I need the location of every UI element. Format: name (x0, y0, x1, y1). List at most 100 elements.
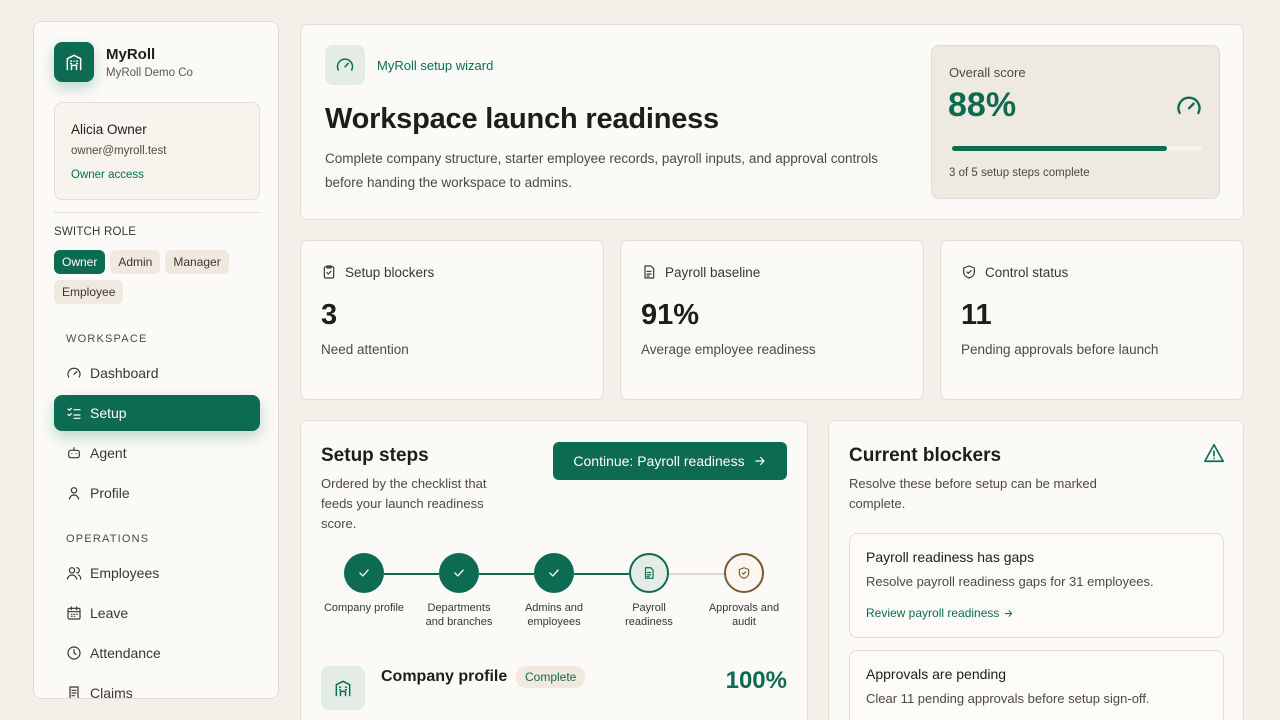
gauge-icon (1177, 96, 1201, 115)
stat-value: 3 (321, 299, 338, 331)
sidebar: MyRoll MyRoll Demo Co Alicia Owner owner… (33, 21, 279, 699)
sidebar-item-dashboard[interactable]: Dashboard (54, 355, 260, 391)
stat-desc: Need attention (321, 342, 409, 357)
sidebar-item-leave[interactable]: Leave (54, 595, 260, 631)
sidebar-item-agent[interactable]: Agent (54, 435, 260, 471)
user-name: Alicia Owner (71, 122, 147, 137)
blockers-description: Resolve these before setup can be marked… (849, 476, 1097, 511)
user-card: Alicia Owner owner@myroll.test Owner acc… (54, 102, 260, 200)
stat-label: Setup blockers (345, 264, 435, 280)
score-progress-fill (952, 146, 1167, 151)
gauge-icon (325, 45, 365, 85)
link-label: Review payroll readiness (866, 606, 1000, 620)
check-icon (534, 553, 574, 593)
role-owner-button[interactable]: Owner (54, 250, 106, 274)
warning-icon (1204, 443, 1224, 463)
step-row-title: Company profile (381, 668, 508, 685)
blocker-desc: Clear 11 pending approvals before setup … (866, 691, 1150, 706)
sidebar-item-label: Attendance (90, 645, 161, 661)
checklist-icon (67, 407, 81, 419)
nav-section-operations: OPERATIONS (66, 533, 150, 545)
page-title: Workspace launch readiness (325, 103, 719, 135)
check-icon (344, 553, 384, 593)
stat-value: 91% (641, 299, 700, 331)
score-progress-bar (952, 146, 1202, 151)
building-icon (54, 42, 94, 82)
role-manager-button[interactable]: Manager (165, 250, 229, 274)
status-badge: Complete (516, 666, 586, 688)
shield-icon (724, 553, 764, 593)
stat-desc: Average employee readiness (641, 342, 816, 357)
stat-label: Control status (985, 264, 1069, 280)
continue-button-label: Continue: Payroll readiness (573, 453, 745, 469)
document-icon (644, 265, 655, 279)
page-description: Complete company structure, starter empl… (325, 151, 879, 190)
step-approvals[interactable]: Approvals and audit (684, 553, 804, 629)
blocker-title: Approvals are pending (866, 666, 1007, 682)
current-blockers-panel: Current blockers Resolve these before se… (828, 420, 1244, 720)
score-label: Overall score (949, 65, 1026, 80)
shield-check-icon (963, 265, 975, 279)
user-access: Owner access (71, 169, 144, 181)
clock-icon (67, 646, 81, 660)
stat-card-setup-blockers: Setup blockers 3 Need attention (300, 240, 604, 400)
nav-section-workspace: WORKSPACE (66, 333, 148, 345)
score-value: 88% (948, 86, 1017, 124)
sidebar-item-label: Profile (90, 485, 130, 501)
users-icon (66, 567, 82, 580)
sidebar-item-label: Employees (90, 565, 160, 581)
document-icon (629, 553, 669, 593)
role-switcher: Owner Admin Manager Employee (54, 250, 260, 304)
role-admin-button[interactable]: Admin (110, 250, 161, 274)
building-icon (321, 666, 365, 710)
continue-button[interactable]: Continue: Payroll readiness (553, 442, 787, 480)
sidebar-item-label: Claims (90, 685, 133, 699)
sidebar-item-employees[interactable]: Employees (54, 555, 260, 591)
gauge-icon (67, 367, 81, 378)
switch-role-label: SWITCH ROLE (54, 226, 137, 238)
review-payroll-link[interactable]: Review payroll readiness (866, 606, 1014, 620)
blocker-card: Payroll readiness has gaps Resolve payro… (849, 533, 1224, 638)
sidebar-item-label: Dashboard (90, 365, 159, 381)
user-email: owner@myroll.test (71, 145, 167, 157)
stat-value: 11 (961, 299, 992, 331)
step-row-percent: 100% (725, 667, 787, 694)
role-employee-button[interactable]: Employee (54, 280, 124, 304)
setup-steps-description: Ordered by the checklist that feeds your… (321, 476, 487, 531)
overall-score-card: Overall score 88% 3 of 5 setup steps com… (931, 45, 1220, 199)
blocker-desc: Resolve payroll readiness gaps for 31 em… (866, 574, 1154, 589)
blockers-title: Current blockers (849, 445, 1002, 466)
clipboard-check-icon (323, 265, 335, 279)
hero-panel: MyRoll setup wizard Workspace launch rea… (300, 24, 1244, 220)
sidebar-item-claims[interactable]: Claims (54, 675, 260, 699)
wizard-label: MyRoll setup wizard (377, 58, 494, 73)
setup-steps-title: Setup steps (321, 445, 429, 466)
setup-steps-panel: Setup steps Ordered by the checklist tha… (300, 420, 808, 720)
user-icon (68, 487, 80, 500)
divider (54, 212, 260, 213)
sidebar-item-attendance[interactable]: Attendance (54, 635, 260, 671)
app-name: MyRoll (106, 45, 156, 63)
sidebar-item-label: Leave (90, 605, 129, 621)
brand: MyRoll MyRoll Demo Co (54, 42, 193, 82)
score-steps-text: 3 of 5 setup steps complete (949, 167, 1090, 179)
step-label: Approvals and audit (708, 602, 780, 628)
company-name: MyRoll Demo Co (106, 66, 193, 79)
setup-stepper: Company profile Departments and branches … (301, 553, 809, 633)
blocker-card: Approvals are pending Clear 11 pending a… (849, 650, 1224, 720)
stat-desc: Pending approvals before launch (961, 342, 1159, 357)
sidebar-item-label: Setup (90, 405, 127, 421)
arrow-right-icon (754, 456, 765, 466)
sidebar-item-setup[interactable]: Setup (54, 395, 260, 431)
stat-card-control-status: Control status 11 Pending approvals befo… (940, 240, 1244, 400)
stat-card-payroll-baseline: Payroll baseline 91% Average employee re… (620, 240, 924, 400)
calendar-icon (67, 606, 81, 620)
arrow-right-icon (1005, 609, 1013, 617)
check-icon (439, 553, 479, 593)
sidebar-item-profile[interactable]: Profile (54, 475, 260, 511)
blocker-title: Payroll readiness has gaps (866, 549, 1035, 565)
receipt-icon (69, 686, 79, 698)
sidebar-item-label: Agent (90, 445, 127, 461)
stat-label: Payroll baseline (665, 264, 761, 280)
bot-icon (68, 447, 80, 459)
